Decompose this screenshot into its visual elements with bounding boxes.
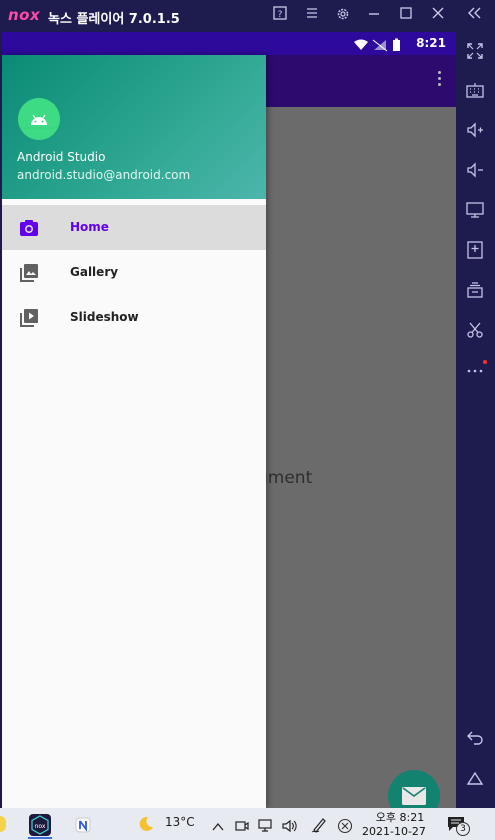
multi-instance-icon[interactable] (464, 281, 486, 303)
slideshow-icon (19, 308, 39, 328)
nav-label-slideshow: Slideshow (70, 310, 139, 324)
home-icon[interactable] (464, 769, 486, 791)
notification-count-badge: 3 (456, 822, 470, 836)
fullscreen-icon[interactable] (464, 42, 486, 64)
overflow-menu-icon[interactable] (436, 71, 442, 91)
nav-label-gallery: Gallery (70, 265, 119, 279)
svg-text:nox: nox (35, 823, 46, 830)
menu-icon[interactable] (302, 6, 322, 26)
android-avatar-icon (18, 98, 60, 140)
scissors-icon[interactable] (464, 321, 486, 343)
nav-item-gallery[interactable]: Gallery (2, 250, 266, 295)
app-title: 녹스 플레이어 7.0.1.5 (48, 12, 180, 27)
network-icon[interactable] (258, 818, 274, 837)
minimize-icon[interactable] (364, 6, 384, 26)
meet-now-icon[interactable] (235, 818, 249, 837)
taskbar-app-partial-icon[interactable] (0, 816, 6, 832)
camera-icon (19, 218, 39, 238)
wifi-icon (354, 39, 368, 50)
apk-icon[interactable] (464, 241, 486, 263)
battery-icon (393, 40, 400, 51)
nav-menu: Home Gallery Slideshow (2, 205, 266, 340)
volume-down-icon[interactable] (464, 161, 486, 183)
moon-weather-icon[interactable] (136, 815, 154, 833)
tray-date[interactable]: 2021-10-27 (362, 825, 426, 838)
active-app-indicator (28, 837, 52, 839)
settings-icon[interactable] (333, 6, 353, 26)
user-name: Android Studio (17, 150, 106, 164)
collapse-sidebar-icon[interactable] (464, 6, 484, 26)
title-bar: nox 녹스 플레이어 7.0.1.5 ? (0, 0, 495, 32)
screen-icon[interactable] (464, 201, 486, 223)
status-bar: 8:21 (2, 32, 456, 55)
drawer-header: Android Studio android.studio@android.co… (2, 55, 266, 199)
nox-toolbar (456, 32, 495, 808)
close-circle-icon[interactable] (337, 818, 353, 838)
close-icon[interactable] (428, 6, 448, 26)
email-icon (402, 787, 426, 805)
help-icon[interactable]: ? (270, 6, 290, 26)
nav-item-home[interactable]: Home (2, 205, 266, 250)
gallery-icon (19, 263, 39, 283)
speaker-icon[interactable] (282, 818, 298, 837)
tray-clock[interactable]: 오후 8:21 (371, 809, 429, 825)
nox-window: nox 녹스 플레이어 7.0.1.5 ? 8:21 gment Android… (0, 0, 495, 840)
volume-up-icon[interactable] (464, 121, 486, 143)
fab-email-button[interactable] (388, 770, 440, 808)
nox-logo: nox (8, 6, 41, 24)
maximize-icon[interactable] (396, 6, 416, 26)
nox-taskbar-icon[interactable]: nox (29, 814, 51, 836)
more-icon[interactable] (464, 361, 486, 383)
notification-dot (483, 360, 487, 364)
back-icon[interactable] (464, 728, 486, 750)
svg-text:?: ? (278, 10, 283, 20)
user-email: android.studio@android.com (17, 168, 191, 182)
chevron-up-icon[interactable] (211, 818, 225, 837)
weather-temp[interactable]: 13°C (165, 815, 195, 829)
nav-item-slideshow[interactable]: Slideshow (2, 295, 266, 340)
navigation-drawer: Android Studio android.studio@android.co… (2, 55, 266, 808)
status-time: 8:21 (416, 36, 446, 50)
status-icons (352, 37, 404, 52)
nav-label-home: Home (70, 220, 109, 234)
taskbar-app-icon[interactable] (74, 816, 92, 834)
android-screen[interactable]: 8:21 gment Android Studio android.studio… (2, 32, 456, 808)
pen-icon[interactable] (311, 817, 327, 837)
windows-taskbar: nox 13°C 오후 8:21 2021-10-27 3 (0, 808, 495, 840)
keyboard-icon[interactable] (464, 81, 486, 103)
